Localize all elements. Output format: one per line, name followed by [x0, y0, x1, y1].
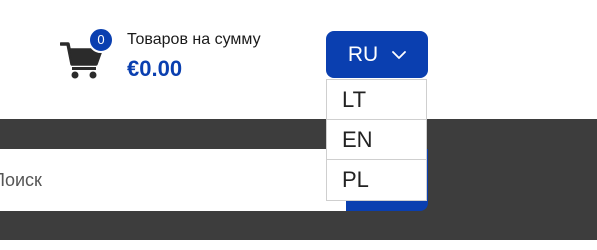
language-dropdown-menu: LT EN PL	[326, 79, 427, 201]
language-option-pl[interactable]: PL	[327, 160, 426, 200]
language-option-lt[interactable]: LT	[327, 80, 426, 120]
page: 0 Товаров на сумму €0.00 RU LT EN PL	[0, 0, 597, 250]
search-input[interactable]	[0, 149, 346, 211]
current-language-label: RU	[347, 42, 379, 66]
cart-caption: Товаров на сумму	[127, 31, 261, 48]
cart-summary[interactable]: 0 Товаров на сумму €0.00	[59, 26, 320, 86]
chevron-down-icon	[392, 50, 407, 59]
cart-count-badge: 0	[88, 27, 114, 53]
cart-total: €0.00	[127, 56, 183, 81]
language-option-en[interactable]: EN	[327, 120, 426, 160]
language-selector[interactable]: RU	[326, 31, 428, 78]
